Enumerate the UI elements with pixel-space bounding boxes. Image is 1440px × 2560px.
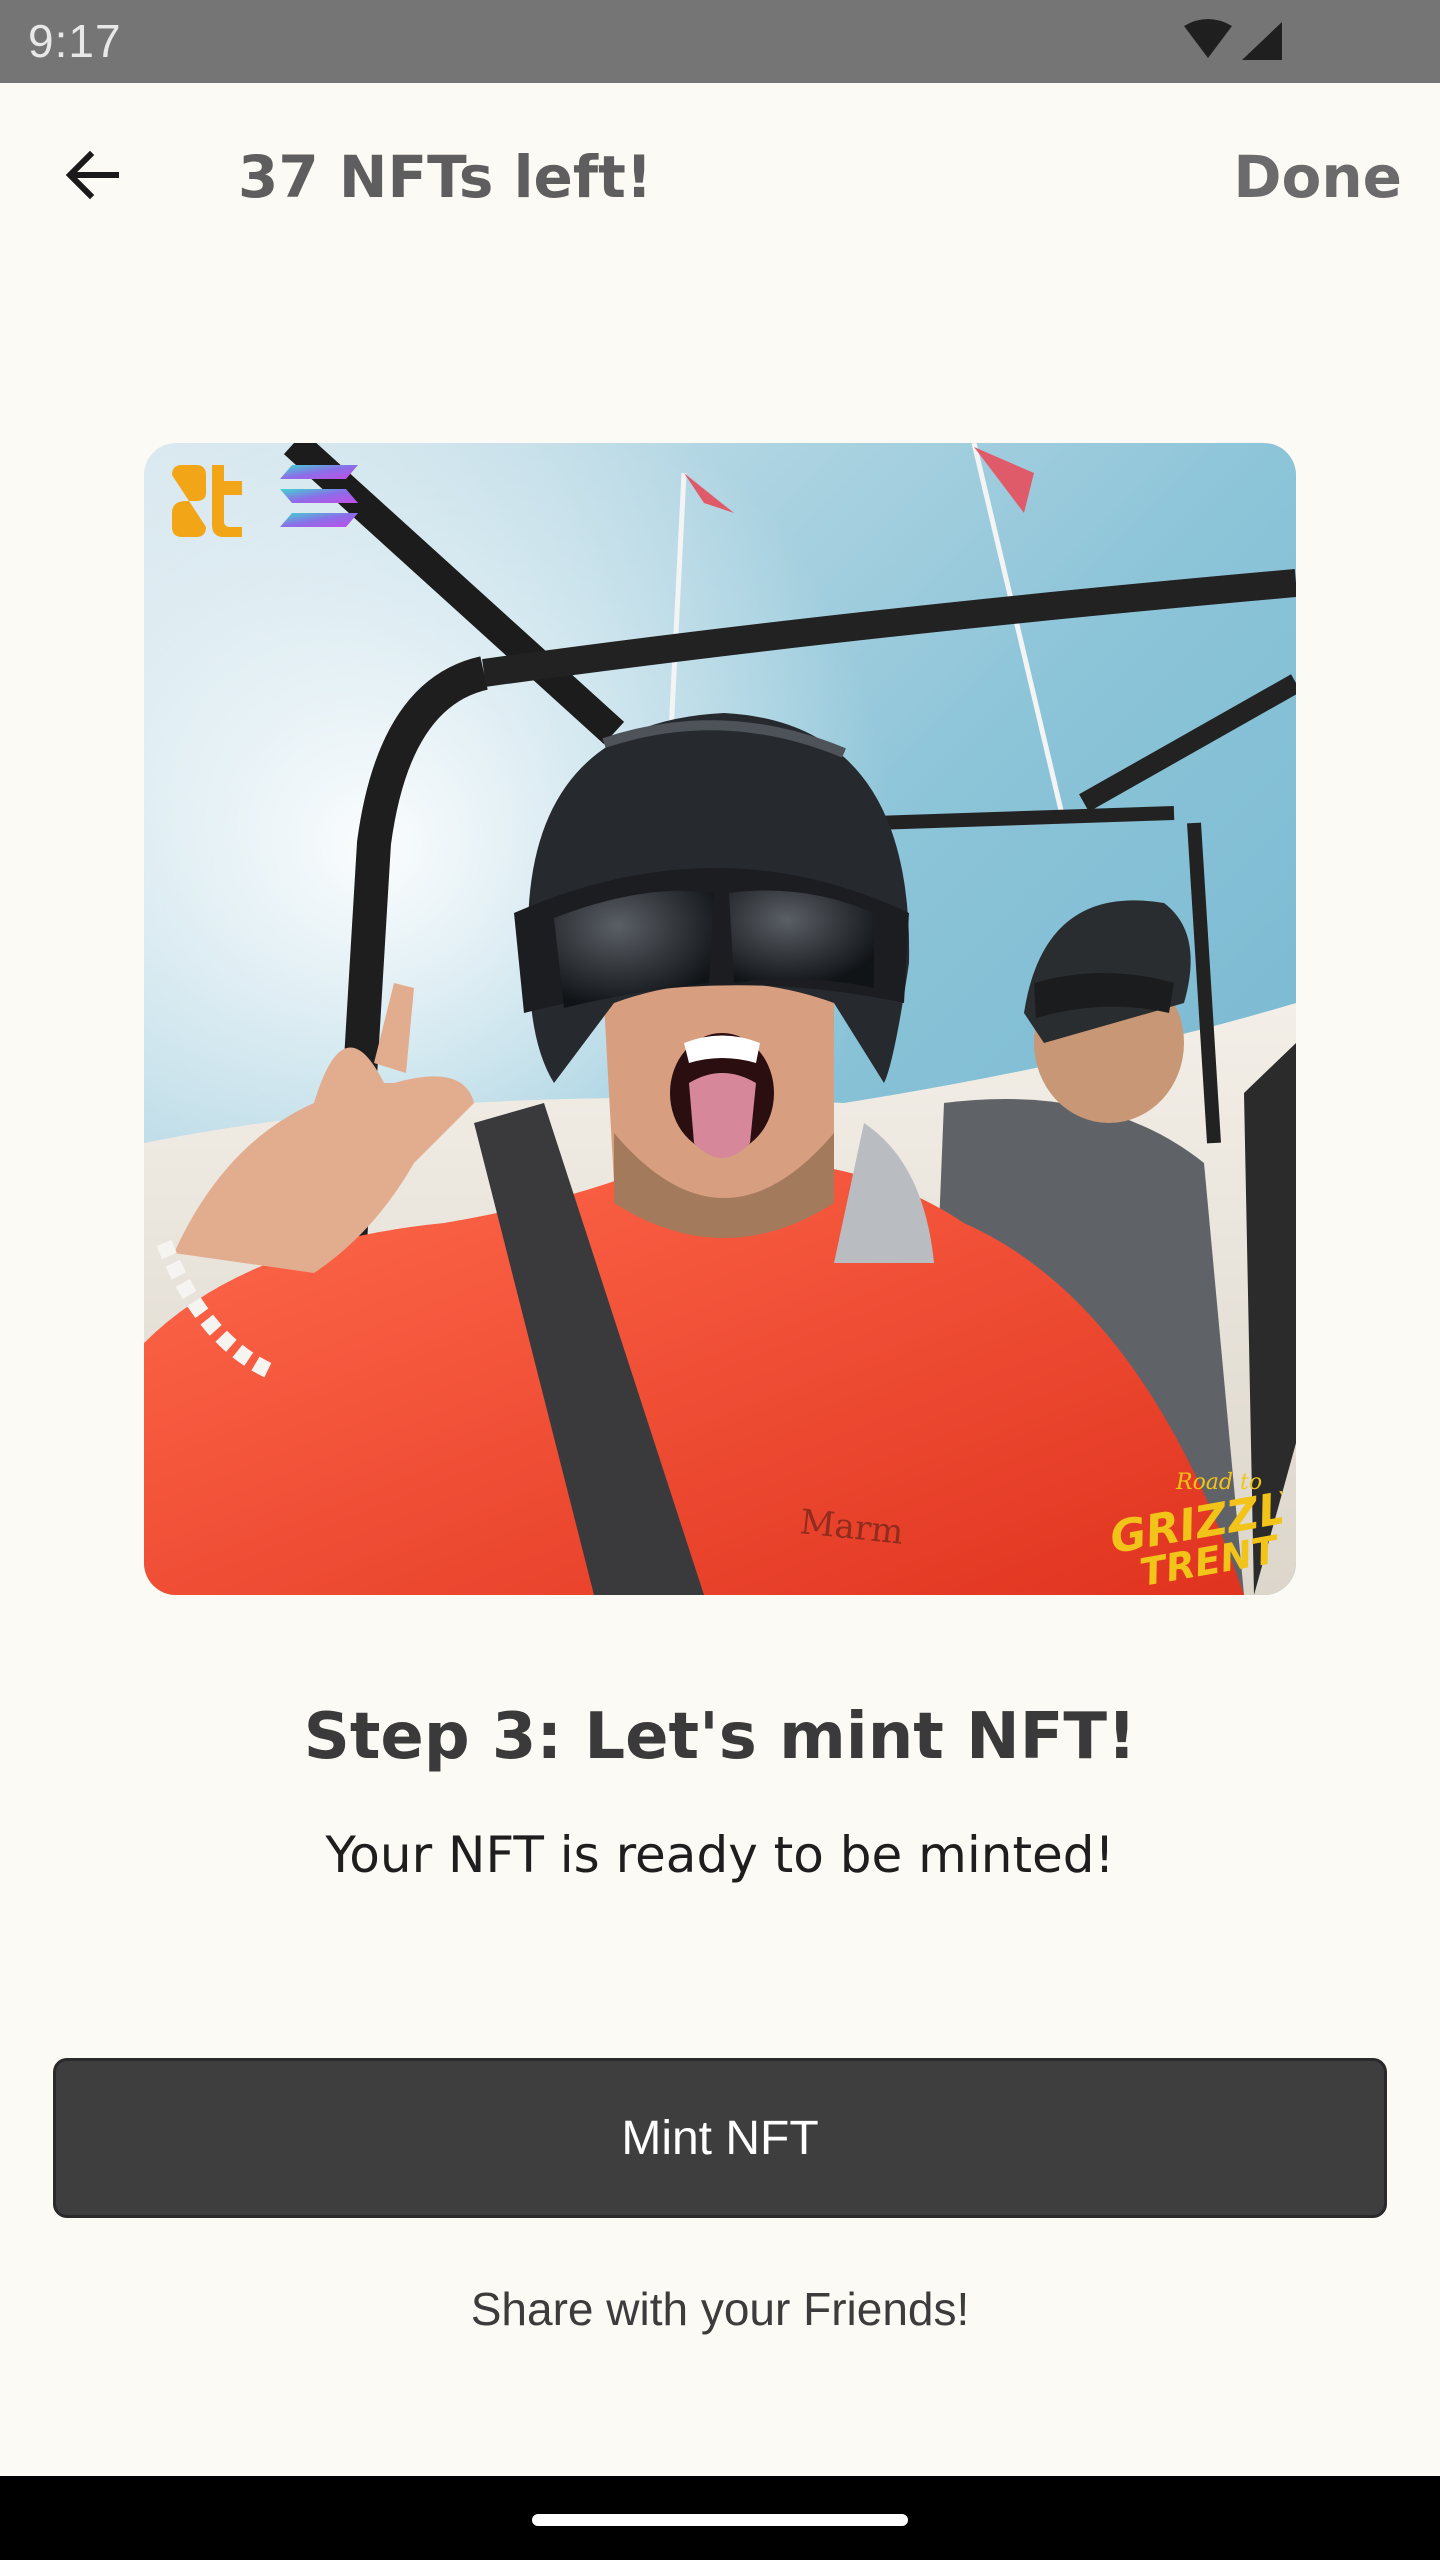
step-title: Step 3: Let's mint NFT! (303, 1700, 1137, 1774)
nft-photo: Marm (144, 443, 1296, 1595)
mint-nft-button-label: Mint NFT (621, 2111, 819, 2165)
step-subtitle: Your NFT is ready to be minted! (325, 1826, 1115, 1884)
system-nav-bar (0, 2476, 1440, 2560)
done-button[interactable]: Done (1233, 143, 1402, 211)
wifi-icon (1184, 19, 1232, 58)
status-time: 9:17 (28, 15, 122, 67)
status-bar: 9:17 (0, 0, 1440, 83)
back-button[interactable] (50, 133, 134, 217)
status-icons (1184, 19, 1282, 60)
mint-nft-screen: 9:17 37 NFTs left! Done Marm Road to GRI… (0, 0, 1440, 2560)
brand-logo-icon (172, 465, 242, 537)
page-title: 37 NFTs left! (238, 143, 653, 211)
share-with-friends-link[interactable]: Share with your Friends! (0, 2282, 1440, 2336)
grizzly-trent-watermark: Road to GRIZZLY TRENT (1106, 1470, 1282, 1585)
home-indicator[interactable] (532, 2514, 908, 2526)
solana-logo-icon (280, 465, 358, 527)
mint-nft-button[interactable]: Mint NFT (53, 2058, 1387, 2218)
cellular-signal-icon (1242, 22, 1282, 60)
top-app-bar: 37 NFTs left! Done (0, 83, 1440, 283)
nft-preview-image: Marm Road to GRIZZLY TRENT (144, 443, 1296, 1595)
arrow-left-icon (65, 150, 119, 200)
